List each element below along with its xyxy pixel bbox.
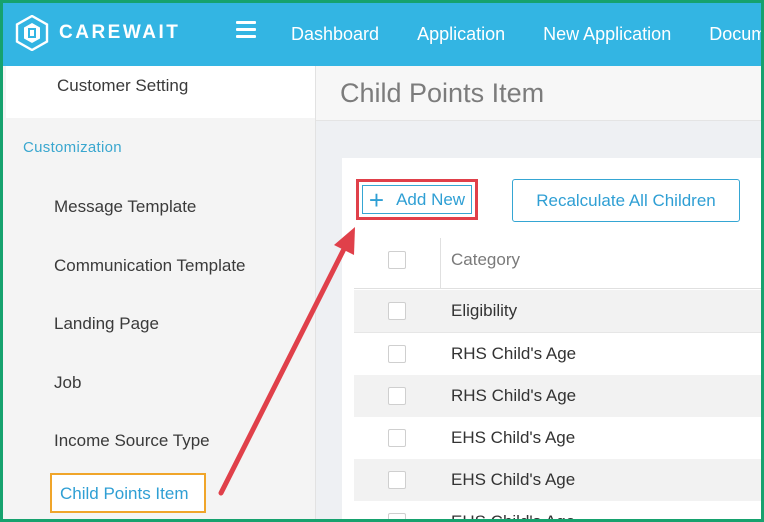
sidebar-section-customization[interactable]: Customization xyxy=(23,139,122,156)
row-category: RHS Child's Age xyxy=(451,344,577,363)
table-row[interactable]: Eligibility xyxy=(354,290,761,333)
sidebar-item-landing-page[interactable]: Landing Page xyxy=(54,314,159,334)
sidebar-item-message-template[interactable]: Message Template xyxy=(54,197,196,217)
select-all-checkbox[interactable] xyxy=(388,251,406,269)
table-header: Category xyxy=(354,238,761,289)
row-checkbox[interactable] xyxy=(388,387,406,405)
sidebar: Customer Setting Customization Message T… xyxy=(3,66,316,519)
table-row[interactable]: RHS Child's Age xyxy=(354,333,761,376)
brand-logo[interactable]: CAREWAIT xyxy=(15,15,180,51)
row-category: EHS Child's Age xyxy=(451,428,576,447)
page-header: Child Points Item xyxy=(316,66,761,121)
add-new-label: Add New xyxy=(396,189,466,209)
plus-icon: + xyxy=(368,184,385,215)
add-new-highlight: + Add New xyxy=(356,179,478,220)
row-checkbox[interactable] xyxy=(388,302,406,320)
top-navbar: CAREWAIT Dashboard Application New Appli… xyxy=(3,3,761,66)
main-content: Child Points Item + Add New Recalculate … xyxy=(316,66,761,522)
content-card: + Add New Recalculate All Children Categ… xyxy=(342,158,761,522)
column-header-category[interactable]: Category xyxy=(451,250,520,270)
row-checkbox[interactable] xyxy=(388,513,406,519)
page-title: Child Points Item xyxy=(340,78,545,108)
nav-item-application[interactable]: Application xyxy=(417,24,505,45)
row-category: EHS Child's Age xyxy=(451,512,576,522)
sidebar-item-customer-setting-wrap: Customer Setting xyxy=(6,66,315,118)
row-category: EHS Child's Age xyxy=(451,470,576,489)
sidebar-item-customer-setting[interactable]: Customer Setting xyxy=(57,76,188,96)
recalculate-all-children-button[interactable]: Recalculate All Children xyxy=(512,179,740,222)
carewait-logo-icon xyxy=(15,15,49,51)
sidebar-item-communication-template[interactable]: Communication Template xyxy=(54,256,246,276)
row-category: Eligibility xyxy=(451,301,518,320)
add-new-button[interactable]: + Add New xyxy=(362,185,472,214)
sidebar-item-child-points-item[interactable]: Child Points Item xyxy=(50,473,206,513)
table-row[interactable]: EHS Child's Age xyxy=(354,417,761,460)
select-all-cell xyxy=(354,238,441,288)
sidebar-item-income-source-type[interactable]: Income Source Type xyxy=(54,431,210,451)
row-checkbox[interactable] xyxy=(388,429,406,447)
sidebar-item-job[interactable]: Job xyxy=(54,373,81,393)
nav-item-new-application[interactable]: New Application xyxy=(543,24,671,45)
main-nav: Dashboard Application New Application Do… xyxy=(291,3,761,66)
row-checkbox[interactable] xyxy=(388,345,406,363)
nav-item-dashboard[interactable]: Dashboard xyxy=(291,24,379,45)
nav-item-documents[interactable]: Documents xyxy=(709,24,761,45)
table-row[interactable]: EHS Child's Age xyxy=(354,501,761,522)
row-category: RHS Child's Age xyxy=(451,386,577,405)
recalculate-label: Recalculate All Children xyxy=(536,190,716,210)
table-row[interactable]: RHS Child's Age xyxy=(354,375,761,418)
screenshot-frame: CAREWAIT Dashboard Application New Appli… xyxy=(0,0,764,522)
hamburger-icon[interactable] xyxy=(236,21,256,41)
table-row[interactable]: EHS Child's Age xyxy=(354,459,761,502)
brand-name: CAREWAIT xyxy=(59,22,181,43)
sidebar-item-label: Child Points Item xyxy=(60,484,189,503)
row-checkbox[interactable] xyxy=(388,471,406,489)
